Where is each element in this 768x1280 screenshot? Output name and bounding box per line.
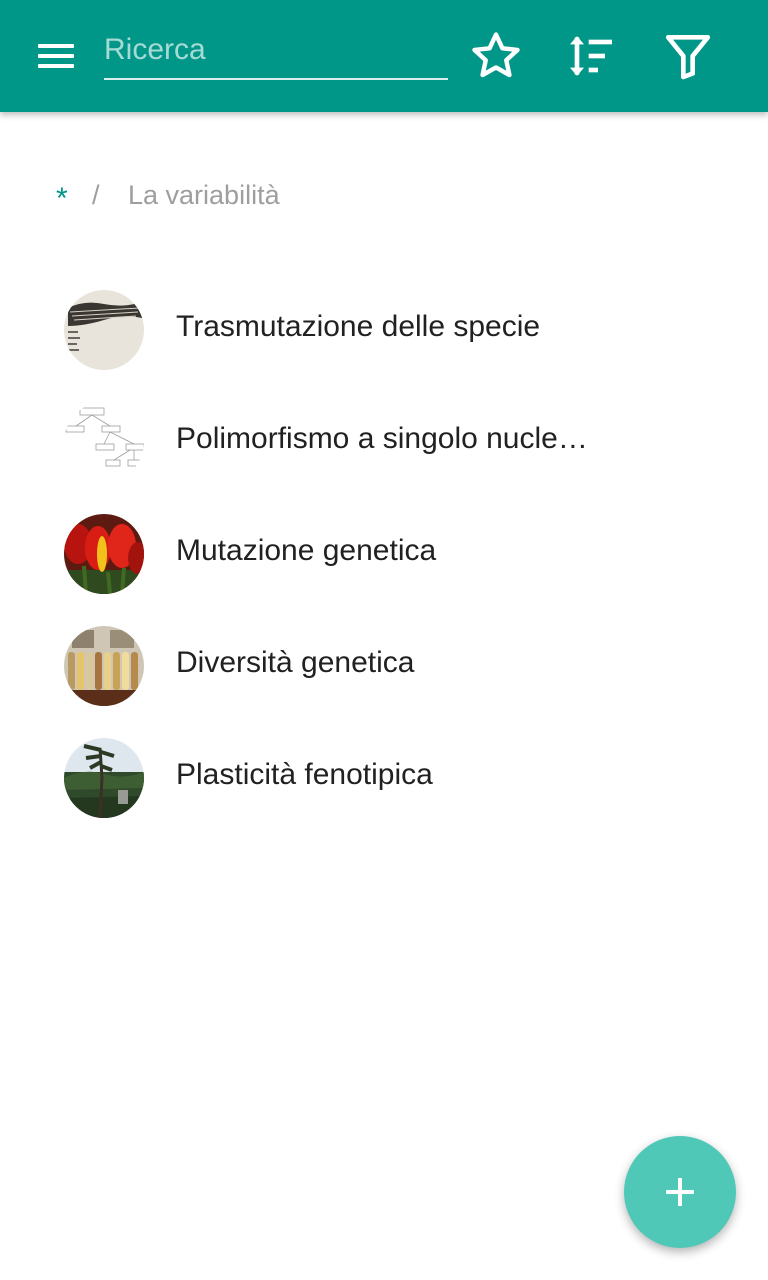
add-button[interactable]	[624, 1136, 736, 1248]
menu-icon-line	[38, 54, 74, 58]
app-bar	[0, 0, 768, 112]
flowchart-thumbnail	[64, 402, 144, 482]
breadcrumb-separator: /	[92, 180, 100, 210]
item-label: Polimorfismo a singolo nucleotide	[176, 422, 596, 455]
menu-icon-line	[38, 44, 74, 48]
filter-icon	[665, 35, 711, 80]
menu-button[interactable]	[22, 32, 90, 80]
breadcrumb-root[interactable]: *	[56, 182, 68, 216]
item-label: Diversità genetica	[176, 646, 415, 679]
search-field	[104, 22, 448, 82]
list-item[interactable]: Plasticità fenotipica	[0, 722, 768, 834]
star-outline-icon	[472, 32, 520, 78]
scientific-diagram-thumbnail	[64, 290, 144, 370]
topic-list: Trasmutazione delle specie Polimorfismo …	[0, 274, 768, 834]
sort-button[interactable]	[563, 28, 619, 84]
list-item[interactable]: Polimorfismo a singolo nucleotide	[0, 386, 768, 498]
plus-icon	[666, 1178, 694, 1206]
filter-button[interactable]	[660, 28, 716, 84]
breadcrumb-current: La variabilità	[128, 180, 280, 210]
menu-icon-line	[38, 64, 74, 68]
sort-icon	[570, 36, 612, 76]
list-item[interactable]: Trasmutazione delle specie	[0, 274, 768, 386]
list-item[interactable]: Diversità genetica	[0, 610, 768, 722]
favorites-button[interactable]	[468, 28, 524, 84]
tulips-thumbnail	[64, 514, 144, 594]
list-item[interactable]: Mutazione genetica	[0, 498, 768, 610]
windswept-tree-thumbnail	[64, 738, 144, 818]
corn-varieties-thumbnail	[64, 626, 144, 706]
item-label: Plasticità fenotipica	[176, 758, 433, 791]
search-input[interactable]	[104, 22, 448, 80]
item-label: Mutazione genetica	[176, 534, 437, 567]
item-label: Trasmutazione delle specie	[176, 310, 541, 343]
